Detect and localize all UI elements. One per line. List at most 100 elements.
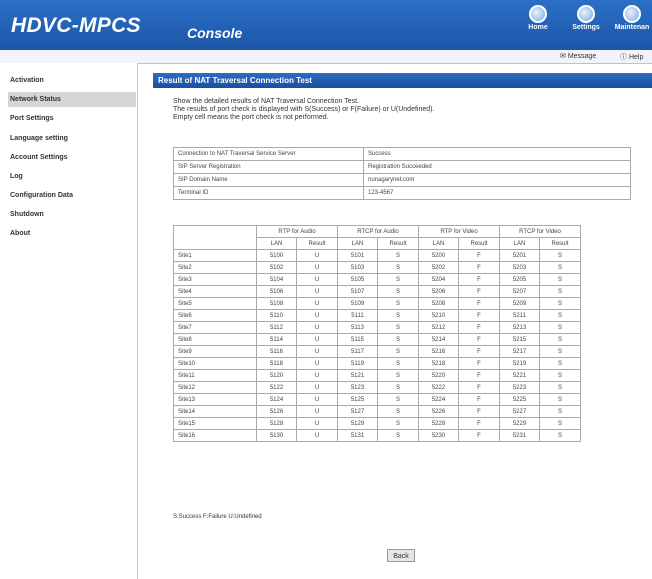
sidebar-item-about[interactable]: About	[8, 226, 136, 241]
result-cell: S	[377, 309, 419, 322]
group-header: RTCP for Video	[499, 225, 581, 238]
message-link[interactable]: ✉ Message	[560, 52, 596, 60]
lan-port-cell: 5226	[418, 405, 459, 418]
table-row: Site6 5110 U 5111 S 5210 F 5211 S	[173, 309, 581, 322]
site-cell: Site8	[173, 333, 257, 346]
site-cell: Site3	[173, 273, 257, 286]
lan-port-cell: 5218	[418, 357, 459, 370]
lan-port-cell: 5230	[418, 429, 459, 442]
sidebar-item-activation[interactable]: Activation	[8, 73, 136, 88]
lan-header: LAN	[499, 237, 540, 250]
lan-port-cell: 5108	[256, 297, 297, 310]
lan-port-cell: 5208	[418, 297, 459, 310]
sidebar-item-language-setting[interactable]: Language setting	[8, 131, 136, 146]
result-cell: S	[377, 333, 419, 346]
sidebar-item-log[interactable]: Log	[8, 169, 136, 184]
site-cell: Site14	[173, 405, 257, 418]
settings-button[interactable]: Settings	[568, 5, 604, 31]
result-cell: S	[539, 429, 581, 442]
result-cell: S	[539, 273, 581, 286]
lan-port-cell: 5107	[337, 285, 378, 298]
result-cell: S	[539, 393, 581, 406]
result-cell: U	[296, 297, 338, 310]
result-cell: F	[458, 405, 500, 418]
result-cell: U	[296, 381, 338, 394]
site-cell: Site5	[173, 297, 257, 310]
lan-port-cell: 5215	[499, 333, 540, 346]
lan-port-cell: 5102	[256, 261, 297, 274]
table-row: Site5 5108 U 5109 S 5208 F 5209 S	[173, 297, 581, 310]
settings-icon	[577, 5, 595, 23]
home-button[interactable]: Home	[520, 5, 556, 31]
result-cell: F	[458, 333, 500, 346]
site-cell: Site1	[173, 249, 257, 262]
lan-port-cell: 5112	[256, 321, 297, 334]
table-row: Site13 5124 U 5125 S 5224 F 5225 S	[173, 393, 581, 406]
lan-port-cell: 5212	[418, 321, 459, 334]
result-cell: F	[458, 369, 500, 382]
header-bar: HDVC-MPCS Console Home Settings Maintena…	[0, 0, 652, 50]
sidebar-item-configuration-data[interactable]: Configuration Data	[8, 188, 136, 203]
site-cell: Site9	[173, 345, 257, 358]
status-row: Connection to NAT Traversal Service Serv…	[173, 147, 631, 161]
sidebar-item-network-status[interactable]: Network Status	[8, 92, 136, 107]
result-cell: U	[296, 285, 338, 298]
table-row: Site15 5128 U 5129 S 5228 F 5229 S	[173, 417, 581, 430]
result-cell: S	[377, 273, 419, 286]
result-cell: S	[377, 429, 419, 442]
lan-port-cell: 5104	[256, 273, 297, 286]
result-cell: S	[539, 309, 581, 322]
table-row: Site12 5122 U 5123 S 5222 F 5223 S	[173, 381, 581, 394]
result-cell: S	[539, 297, 581, 310]
site-cell: Site2	[173, 261, 257, 274]
status-key: SIP Server Registration	[173, 160, 364, 174]
port-results-table: RTP for Audio RTCP for Audio RTP for Vid…	[173, 225, 581, 442]
result-cell: S	[539, 357, 581, 370]
table-row: Site4 5106 U 5107 S 5206 F 5207 S	[173, 285, 581, 298]
lan-port-cell: 5225	[499, 393, 540, 406]
lan-port-cell: 5119	[337, 357, 378, 370]
lan-port-cell: 5204	[418, 273, 459, 286]
lan-port-cell: 5209	[499, 297, 540, 310]
site-cell: Site6	[173, 309, 257, 322]
help-link[interactable]: ⓘ Help	[620, 52, 643, 62]
lan-port-cell: 5106	[256, 285, 297, 298]
description-line: Show the detailed results of NAT Travers…	[173, 98, 359, 105]
lan-port-cell: 5125	[337, 393, 378, 406]
lan-port-cell: 5109	[337, 297, 378, 310]
lan-port-cell: 5127	[337, 405, 378, 418]
console-label: Console	[187, 25, 243, 41]
lan-port-cell: 5203	[499, 261, 540, 274]
maintenance-button[interactable]: Maintenan	[614, 5, 650, 31]
back-button[interactable]: Back	[387, 549, 415, 562]
description-line: The results of port check is displayed w…	[173, 106, 435, 113]
result-cell: S	[377, 261, 419, 274]
lan-header: LAN	[337, 237, 378, 250]
result-cell: S	[539, 369, 581, 382]
table-row: Site14 5126 U 5127 S 5226 F 5227 S	[173, 405, 581, 418]
sidebar-item-port-settings[interactable]: Port Settings	[8, 111, 136, 126]
lan-port-cell: 5210	[418, 309, 459, 322]
result-cell: F	[458, 249, 500, 262]
status-key: Connection to NAT Traversal Service Serv…	[173, 147, 364, 161]
lan-port-cell: 5128	[256, 417, 297, 430]
lan-header: LAN	[418, 237, 459, 250]
result-cell: F	[458, 393, 500, 406]
home-icon	[529, 5, 547, 23]
sidebar-item-account-settings[interactable]: Account Settings	[8, 150, 136, 165]
site-cell: Site11	[173, 369, 257, 382]
lan-port-cell: 5113	[337, 321, 378, 334]
lan-port-cell: 5227	[499, 405, 540, 418]
result-cell: U	[296, 273, 338, 286]
description-line: Empty cell means the port check is not p…	[173, 114, 329, 121]
app-logo: HDVC-MPCS	[11, 14, 141, 37]
result-cell: S	[377, 405, 419, 418]
result-header: Result	[458, 237, 500, 250]
result-cell: U	[296, 357, 338, 370]
status-key: SIP Domain Name	[173, 173, 364, 187]
lan-port-cell: 5206	[418, 285, 459, 298]
sidebar-item-shutdown[interactable]: Shutdown	[8, 207, 136, 222]
result-cell: U	[296, 333, 338, 346]
lan-port-cell: 5228	[418, 417, 459, 430]
result-cell: S	[377, 369, 419, 382]
